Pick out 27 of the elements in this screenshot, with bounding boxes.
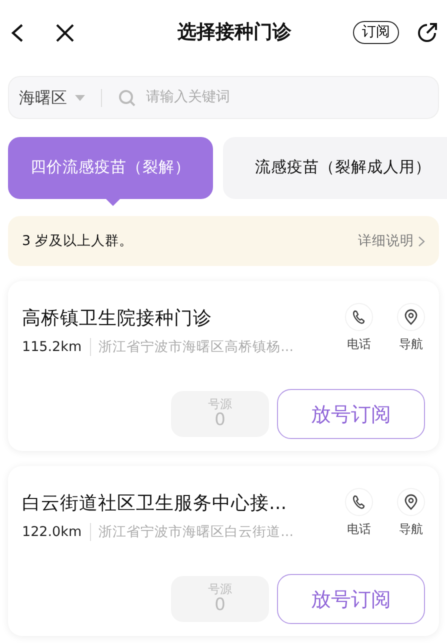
page-title: 选择接种门诊 (176, 20, 292, 46)
clinic-name: 白云街道社区卫生服务中心接... (22, 492, 288, 516)
vaccine-tab[interactable]: 四价流感疫苗（裂解） (8, 137, 213, 199)
chevron-icon (418, 236, 425, 246)
slots-value: 0 (214, 596, 226, 615)
subscribe-release-button[interactable]: 放号订阅 (277, 389, 425, 439)
close-icon[interactable] (54, 22, 76, 44)
location-pin-icon (402, 493, 420, 511)
slots-label: 号源 (208, 583, 232, 596)
subscribe-button[interactable]: 订阅 (353, 21, 399, 44)
subscribe-release-button[interactable]: 放号订阅 (277, 574, 425, 624)
distance-text: 115.2km (22, 338, 82, 357)
address-text: 浙江省宁波市海曙区高桥镇杨... (98, 338, 294, 357)
slots-label: 号源 (208, 398, 232, 412)
clinic-name: 高桥镇卫生院接种门诊 (22, 307, 213, 331)
search-field[interactable]: 请输入关键词 (144, 86, 344, 109)
address-text: 浙江省宁波市海曙区白云街道... (98, 522, 294, 542)
share-icon[interactable] (415, 20, 439, 44)
tab-pointer (106, 199, 120, 206)
notice-text: 3 岁及以上人群。 (22, 232, 133, 251)
district-dropdown[interactable]: 海曙区 (19, 86, 67, 110)
vaccine-tab[interactable]: 流感疫苗（裂解成人用） (223, 137, 447, 199)
slots-value: 0 (214, 411, 226, 430)
search-icon (118, 88, 136, 106)
location-pin-icon (402, 308, 420, 326)
details-link[interactable]: 详细说明 (358, 230, 425, 252)
distance-text: 122.0km (22, 522, 82, 542)
